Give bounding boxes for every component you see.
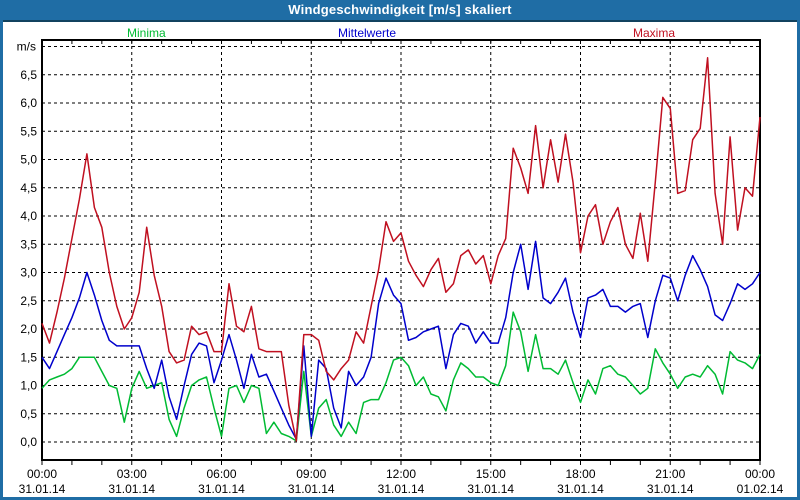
x-tick-time-label: 21:00 xyxy=(655,467,685,481)
x-tick-time-label: 12:00 xyxy=(386,467,416,481)
x-tick-time-label: 00:00 xyxy=(745,467,775,481)
x-tick-time-label: 09:00 xyxy=(296,467,326,481)
x-tick-date-label: 31.01.14 xyxy=(19,482,66,496)
y-tick-label: 4,5 xyxy=(20,181,37,195)
y-tick-label: 6,0 xyxy=(20,96,37,110)
x-tick-date-label: 31.01.14 xyxy=(467,482,514,496)
x-tick-time-label: 18:00 xyxy=(565,467,595,481)
y-tick-label: 0,5 xyxy=(20,407,37,421)
y-tick-label: 2,0 xyxy=(20,322,37,336)
x-tick-date-label: 31.01.14 xyxy=(108,482,155,496)
x-tick-date-label: 31.01.14 xyxy=(198,482,245,496)
weather-chart-window: Windgeschwindigkeit [m/s] skaliert Minim… xyxy=(0,0,800,500)
y-tick-label: 6,5 xyxy=(20,68,37,82)
x-tick-date-label: 31.01.14 xyxy=(288,482,335,496)
y-tick-label: 5,0 xyxy=(20,153,37,167)
y-tick-label: 5,5 xyxy=(20,124,37,138)
x-tick-time-label: 00:00 xyxy=(27,467,57,481)
y-axis-unit-label: m/s xyxy=(17,40,36,54)
x-tick-time-label: 15:00 xyxy=(476,467,506,481)
y-tick-label: 1,0 xyxy=(20,379,37,393)
y-tick-label: 3,5 xyxy=(20,237,37,251)
y-tick-label: 4,0 xyxy=(20,209,37,223)
wind-speed-chart: 0,0 0,5 1,0 1,5 2,0 2,5 3,0 3,5 4,0 4,5 5,0 5,5 6,0 6… xyxy=(17,39,784,496)
y-tick-label: 2,5 xyxy=(20,294,37,308)
x-tick-time-label: 03:00 xyxy=(117,467,147,481)
x-tick-date-label: 31.01.14 xyxy=(647,482,694,496)
x-tick-date-label: 31.01.14 xyxy=(378,482,425,496)
x-tick-date-label: 01.02.14 xyxy=(737,482,784,496)
y-tick-label: 1,5 xyxy=(20,350,37,364)
y-tick-label: 0,0 xyxy=(20,435,37,449)
x-tick-date-label: 31.01.14 xyxy=(557,482,604,496)
x-tick-time-label: 06:00 xyxy=(206,467,236,481)
y-tick-label: 3,0 xyxy=(20,266,37,280)
